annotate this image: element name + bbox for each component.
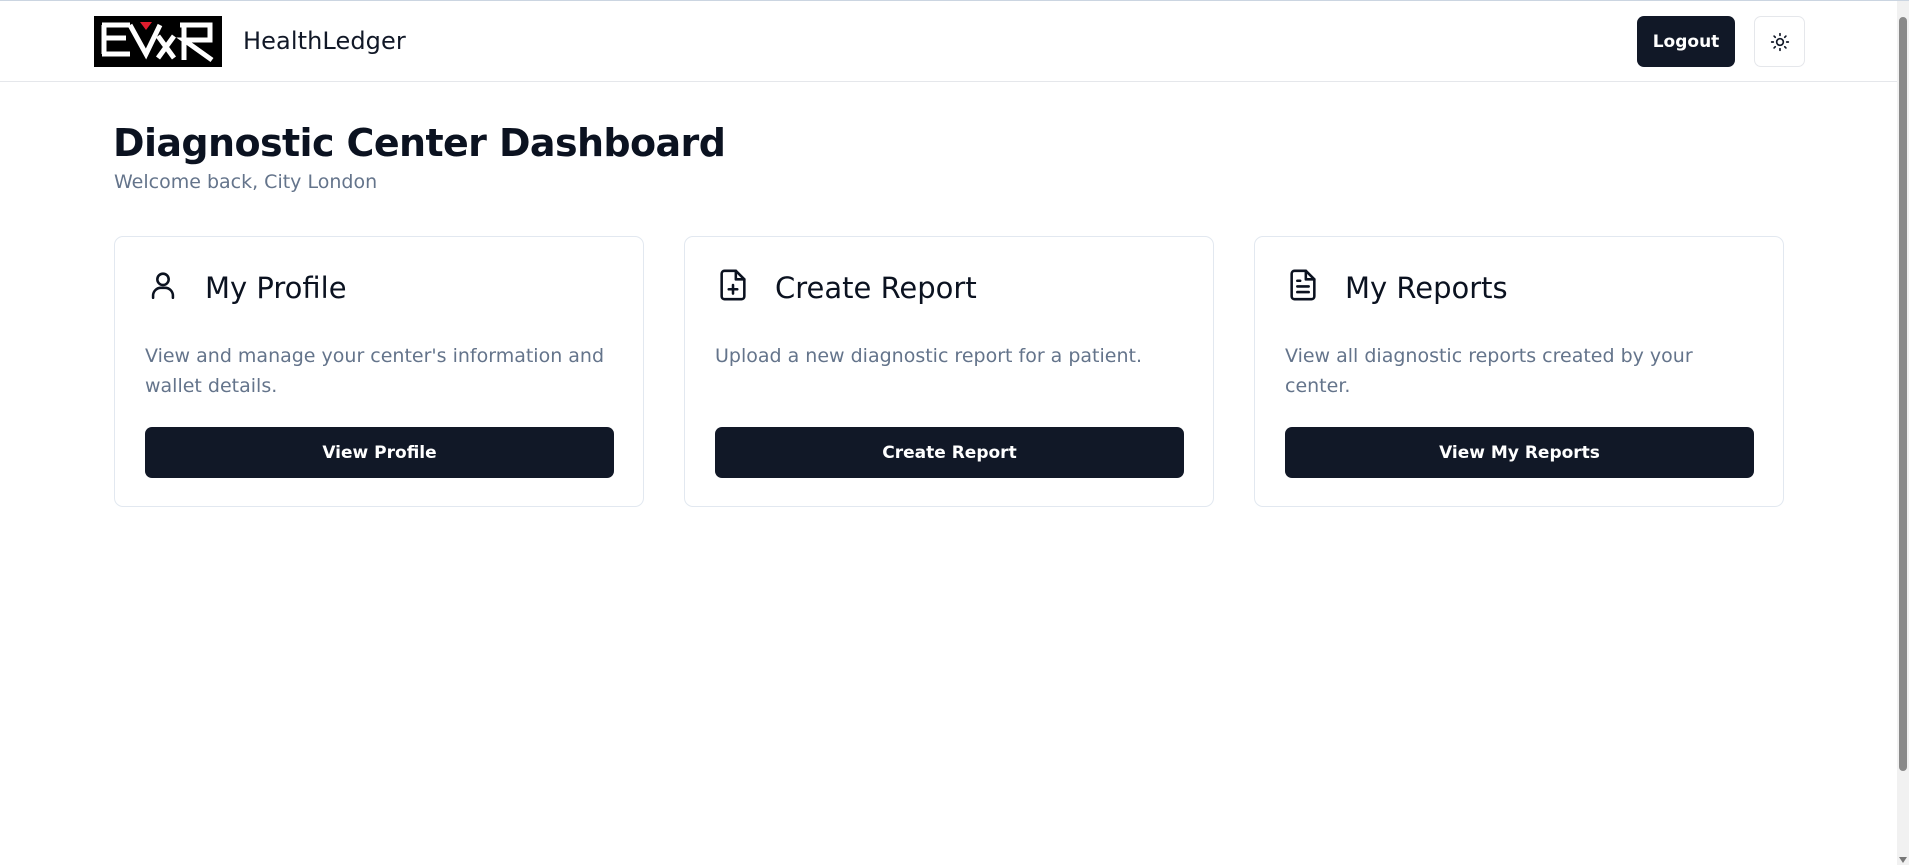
scroll-down-arrow-icon[interactable] [1899, 857, 1907, 863]
create-report-card: Create Report Upload a new diagnostic re… [684, 236, 1214, 507]
card-description: Upload a new diagnostic report for a pat… [715, 345, 1142, 367]
view-my-reports-button[interactable]: View My Reports [1285, 427, 1754, 478]
scrollbar-thumb[interactable] [1899, 17, 1907, 771]
logout-button[interactable]: Logout [1637, 16, 1735, 67]
page-title: Diagnostic Center Dashboard [113, 121, 726, 165]
card-title: My Profile [205, 271, 347, 305]
user-icon [145, 267, 181, 303]
app-window: HealthLedger Logout Diagnostic Center Da… [0, 0, 1909, 865]
vertical-scrollbar[interactable] [1897, 1, 1909, 865]
my-profile-card: My Profile View and manage your center's… [114, 236, 644, 507]
file-plus-icon [715, 267, 751, 303]
theme-toggle-button[interactable] [1754, 16, 1805, 67]
card-description: View all diagnostic reports created by y… [1285, 345, 1693, 397]
brand-name[interactable]: HealthLedger [243, 27, 406, 55]
health-ledger-logo[interactable] [94, 16, 222, 67]
card-title: My Reports [1345, 271, 1508, 305]
my-reports-card: My Reports View all diagnostic reports c… [1254, 236, 1784, 507]
create-report-button[interactable]: Create Report [715, 427, 1184, 478]
view-profile-button[interactable]: View Profile [145, 427, 614, 478]
welcome-message: Welcome back, City London [114, 171, 378, 193]
sun-icon [1770, 32, 1789, 51]
card-title: Create Report [775, 271, 977, 305]
top-navbar: HealthLedger Logout [0, 1, 1897, 82]
card-description: View and manage your center's informatio… [145, 345, 605, 397]
file-text-icon [1285, 267, 1321, 303]
logo-mark-icon [94, 16, 222, 67]
